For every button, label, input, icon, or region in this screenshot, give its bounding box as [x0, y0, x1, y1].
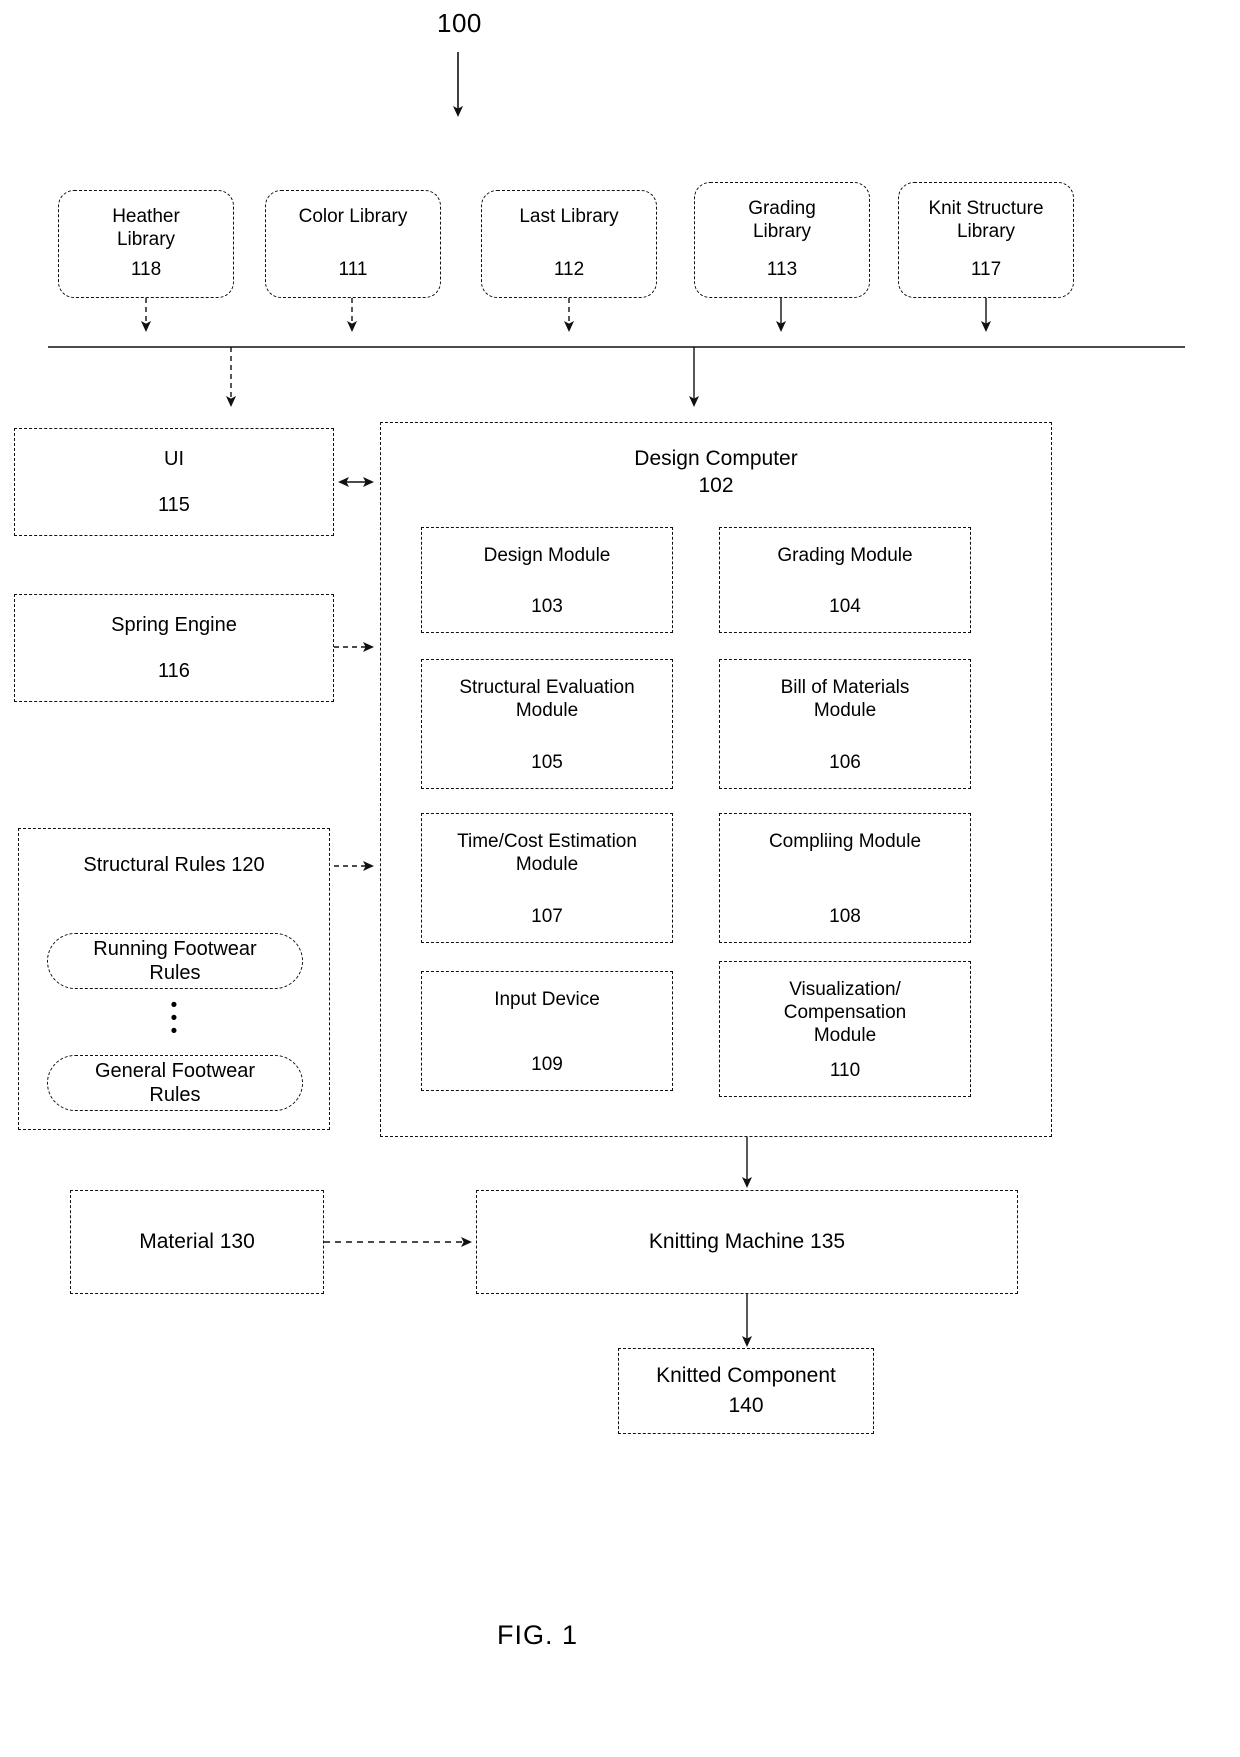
- module-label: Design Module: [483, 545, 611, 566]
- design-computer-title-block: Design Computer 102: [381, 445, 1051, 500]
- module-label: Time/Cost Estimation Module: [457, 831, 637, 876]
- module-grading[interactable]: Grading Module 104: [719, 527, 971, 633]
- module-visualization-compensation[interactable]: Visualization/ Compensation Module 110: [719, 961, 971, 1097]
- material-label: Material 130: [139, 1230, 255, 1254]
- module-label: Bill of Materials Module: [780, 677, 910, 722]
- module-label: Compliing Module: [768, 831, 922, 852]
- library-box-grading[interactable]: Grading Library 113: [694, 182, 870, 298]
- module-input-device[interactable]: Input Device 109: [421, 971, 673, 1091]
- library-box-heather[interactable]: Heather Library 118: [58, 190, 234, 298]
- module-number: 108: [829, 905, 861, 927]
- module-label: Visualization/ Compensation Module: [783, 979, 907, 1047]
- library-label: Color Library: [298, 206, 408, 227]
- structural-rules-title: Structural Rules 120: [83, 854, 265, 876]
- knitted-component-box[interactable]: Knitted Component 140: [618, 1348, 874, 1434]
- spring-engine-box[interactable]: Spring Engine 116: [14, 594, 334, 702]
- library-number: 112: [553, 258, 585, 280]
- library-box-knit-structure[interactable]: Knit Structure Library 117: [898, 182, 1074, 298]
- library-number: 117: [970, 258, 1002, 280]
- module-compliing[interactable]: Compliing Module 108: [719, 813, 971, 943]
- module-structural-evaluation[interactable]: Structural Evaluation Module 105: [421, 659, 673, 789]
- module-label: Input Device: [494, 989, 600, 1010]
- rule-label: General Footwear Rules: [94, 1059, 256, 1106]
- rule-pill-running-footwear[interactable]: Running Footwear Rules: [47, 933, 303, 989]
- structural-rules-container: Structural Rules 120 Running Footwear Ru…: [18, 828, 330, 1130]
- module-number: 103: [531, 595, 563, 617]
- module-number: 110: [829, 1059, 861, 1081]
- design-computer-title: Design Computer: [634, 447, 798, 470]
- ui-label: UI: [164, 447, 184, 470]
- module-time-cost-estimation[interactable]: Time/Cost Estimation Module 107: [421, 813, 673, 943]
- knitting-machine-label: Knitting Machine 135: [648, 1230, 846, 1254]
- spring-engine-label: Spring Engine: [111, 613, 237, 636]
- module-label: Structural Evaluation Module: [459, 677, 635, 722]
- module-number: 107: [531, 905, 563, 927]
- figure-caption: FIG. 1: [497, 1620, 579, 1650]
- figure-canvas: 100 Heather Library 118 Color Library 11…: [0, 0, 1240, 1757]
- rule-pill-general-footwear[interactable]: General Footwear Rules: [47, 1055, 303, 1111]
- module-bill-of-materials[interactable]: Bill of Materials Module 106: [719, 659, 971, 789]
- knitted-component-number: 140: [728, 1394, 764, 1417]
- library-label: Last Library: [519, 206, 619, 227]
- ui-number: 115: [158, 494, 190, 516]
- module-number: 109: [531, 1053, 563, 1075]
- material-box[interactable]: Material 130: [70, 1190, 324, 1294]
- module-label: Grading Module: [777, 545, 913, 566]
- module-design[interactable]: Design Module 103: [421, 527, 673, 633]
- knitting-machine-box[interactable]: Knitting Machine 135: [476, 1190, 1018, 1294]
- knitted-component-label: Knitted Component: [656, 1364, 836, 1388]
- rule-label: Running Footwear Rules: [93, 937, 257, 984]
- module-number: 105: [531, 751, 563, 773]
- library-number: 113: [766, 258, 798, 280]
- rules-ellipsis: • • •: [170, 995, 178, 1042]
- library-label: Knit Structure Library: [928, 198, 1044, 243]
- library-box-color[interactable]: Color Library 111: [265, 190, 441, 298]
- ui-box[interactable]: UI 115: [14, 428, 334, 536]
- library-label: Heather Library: [112, 206, 180, 251]
- library-box-last[interactable]: Last Library 112: [481, 190, 657, 298]
- design-computer-container: Design Computer 102 Design Module 103 Gr…: [380, 422, 1052, 1137]
- library-number: 111: [338, 258, 368, 280]
- design-computer-number: 102: [698, 474, 734, 498]
- figure-reference-number: 100: [437, 8, 482, 38]
- spring-engine-number: 116: [158, 660, 190, 682]
- module-number: 104: [829, 595, 861, 617]
- module-number: 106: [829, 751, 861, 773]
- library-number: 118: [130, 258, 162, 280]
- library-label: Grading Library: [748, 198, 816, 243]
